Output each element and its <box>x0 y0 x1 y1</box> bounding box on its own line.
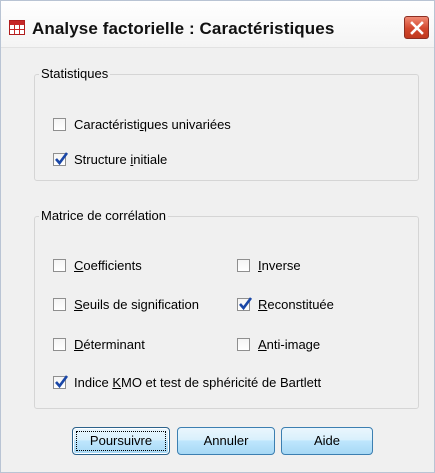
checkbox-box[interactable] <box>53 151 69 166</box>
anti-image-checkbox[interactable]: Anti-image <box>237 335 320 353</box>
initial-solution-label: Structure initiale <box>74 151 168 167</box>
checkbox-box[interactable] <box>237 296 253 311</box>
statistics-legend: Statistiques <box>39 66 111 81</box>
reproduced-label: Reconstituée <box>258 296 334 312</box>
kmo-bartlett-checkbox[interactable]: Indice KMO et test de sphéricité de Bart… <box>53 373 321 391</box>
univariate-label: Caractéristiques univariées <box>74 116 231 132</box>
window-title: Analyse factorielle : Caractéristiques <box>32 19 335 38</box>
spss-table-icon <box>9 20 25 35</box>
inverse-label: Inverse <box>258 257 301 273</box>
help-button[interactable]: Aide <box>281 427 373 455</box>
univariate-checkbox[interactable]: Caractéristiques univariées <box>53 115 231 133</box>
initial-solution-checkbox[interactable]: Structure initiale <box>53 150 167 168</box>
kmo-bartlett-label: Indice KMO et test de sphéricité de Bart… <box>74 374 322 390</box>
checkbox-box[interactable] <box>237 337 250 351</box>
checkmark-icon <box>55 374 69 388</box>
close-button[interactable] <box>404 16 429 39</box>
coefficients-checkbox[interactable]: Coefficients <box>53 256 142 274</box>
characteristics-dialog: Analyse factorielle : Caractéristiques S… <box>0 0 435 473</box>
reproduced-checkbox[interactable]: Reconstituée <box>237 295 334 313</box>
anti-image-label: Anti-image <box>258 336 321 352</box>
checkbox-box[interactable] <box>53 117 66 131</box>
inverse-checkbox[interactable]: Inverse <box>237 256 301 274</box>
correlation-legend: Matrice de corrélation <box>39 208 168 223</box>
checkbox-box[interactable] <box>53 337 66 351</box>
checkbox-box[interactable] <box>53 297 66 311</box>
determinant-label: Déterminant <box>74 336 145 352</box>
checkbox-box[interactable] <box>53 374 69 389</box>
coefficients-label: Coefficients <box>74 257 142 273</box>
checkbox-box[interactable] <box>237 258 250 272</box>
checkmark-icon <box>239 296 253 310</box>
significance-levels-checkbox[interactable]: Seuils de signification <box>53 295 199 313</box>
determinant-checkbox[interactable]: Déterminant <box>53 335 145 353</box>
cancel-button[interactable]: Annuler <box>177 427 275 455</box>
continue-button[interactable]: Poursuivre <box>72 427 170 455</box>
checkmark-icon <box>55 151 69 165</box>
focus-ring: Poursuivre <box>76 431 166 451</box>
close-icon <box>410 21 424 35</box>
checkbox-box[interactable] <box>53 258 66 272</box>
title-bar[interactable]: Analyse factorielle : Caractéristiques <box>1 1 434 48</box>
significance-levels-label: Seuils de signification <box>74 296 200 312</box>
